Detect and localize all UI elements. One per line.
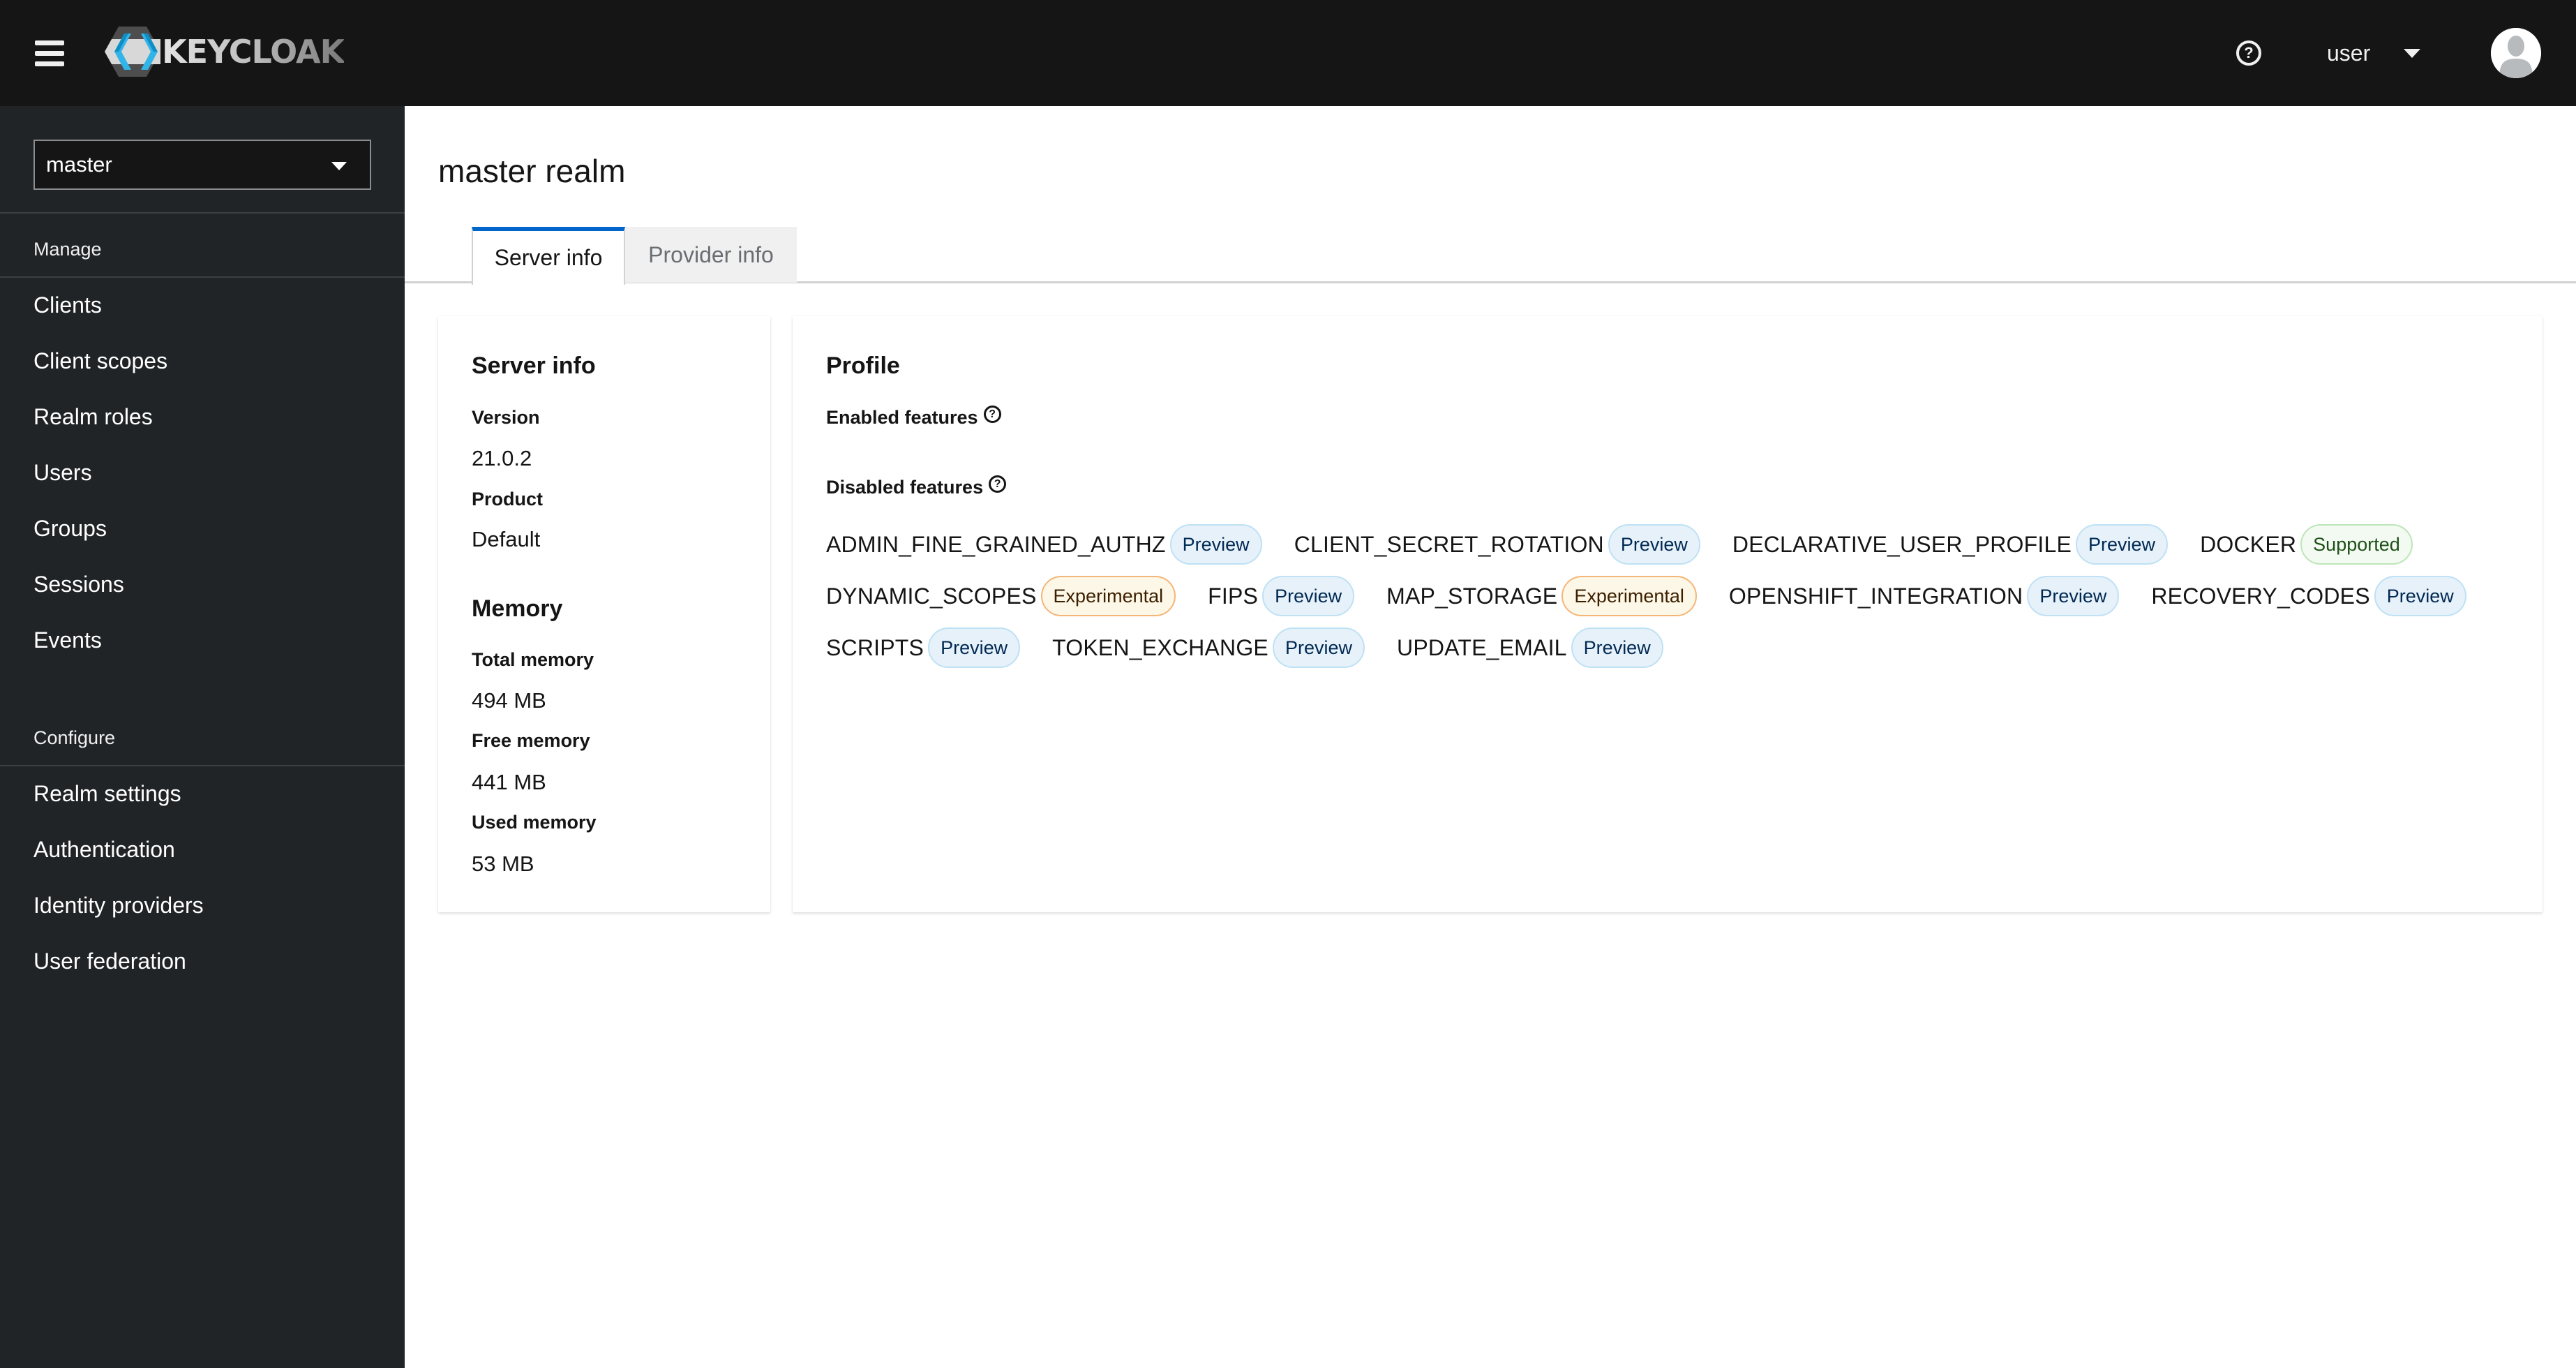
feature-badge: Experimental: [1040, 576, 1176, 616]
version-value: 21.0.2: [472, 446, 532, 470]
feature-item: ADMIN_FINE_GRAINED_AUTHZ Preview: [826, 524, 1262, 565]
feature-badge: Preview: [928, 627, 1021, 668]
tab-provider-info[interactable]: Provider info: [625, 227, 797, 283]
feature-badge: Preview: [1571, 627, 1663, 668]
feature-item: CLIENT_SECRET_ROTATION Preview: [1294, 524, 1700, 565]
sidebar-item-events[interactable]: Events: [33, 627, 102, 653]
feature-item: SCRIPTS Preview: [826, 627, 1021, 668]
username: user: [2327, 40, 2371, 66]
help-glyph: ?: [2244, 44, 2254, 61]
help-glyph: ?: [994, 477, 1001, 490]
feature-badge: Experimental: [1562, 576, 1697, 616]
feature-row: SCRIPTS Preview TOKEN_EXCHANGE Preview UPD…: [826, 622, 2515, 674]
feature-badge: Preview: [1169, 524, 1262, 565]
memory-title: Memory: [472, 595, 563, 622]
keycloak-logo[interactable]: KEYCLOAK: [105, 27, 345, 77]
feature-badge: Preview: [2076, 524, 2169, 565]
feature-name: OPENSHIFT_INTEGRATION: [1728, 583, 2023, 609]
used-memory-label: Used memory: [472, 812, 597, 833]
sidebar-item-authentication[interactable]: Authentication: [33, 837, 175, 863]
sidebar-item-realm-roles[interactable]: Realm roles: [33, 404, 153, 430]
server-info-title: Server info: [472, 352, 596, 379]
product-label: Product: [472, 489, 544, 510]
help-icon[interactable]: ?: [983, 406, 1001, 423]
disabled-features-list: ADMIN_FINE_GRAINED_AUTHZ Preview CLIENT_S…: [826, 519, 2515, 674]
profile-card: Profile Enabled features ? Disabled feat…: [793, 316, 2543, 912]
feature-name: DECLARATIVE_USER_PROFILE: [1732, 531, 2072, 557]
free-memory-label: Free memory: [472, 730, 590, 751]
sidebar-item-groups[interactable]: Groups: [33, 516, 107, 542]
version-label: Version: [472, 407, 540, 428]
feature-badge: Preview: [2374, 576, 2466, 616]
feature-badge: Preview: [1272, 627, 1365, 668]
hamburger-menu-icon[interactable]: [35, 39, 64, 67]
masthead: KEYCLOAK ? user: [0, 0, 2576, 106]
feature-item: RECOVERY_CODES Preview: [2151, 576, 2466, 616]
brand-name: KEYCLOAK: [162, 33, 345, 70]
feature-name: UPDATE_EMAIL: [1397, 634, 1567, 660]
total-memory-value: 494 MB: [472, 688, 546, 713]
feature-name: MAP_STORAGE: [1386, 583, 1558, 609]
free-memory-value: 441 MB: [472, 770, 546, 794]
sidebar-item-realm-settings[interactable]: Realm settings: [33, 781, 181, 807]
profile-title: Profile: [826, 352, 900, 379]
sidebar-item-identity-providers[interactable]: Identity providers: [33, 893, 204, 919]
feature-badge: Preview: [1608, 524, 1700, 565]
feature-badge: Supported: [2300, 524, 2413, 565]
feature-name: RECOVERY_CODES: [2151, 583, 2370, 609]
feature-badge: Preview: [2027, 576, 2120, 616]
sidebar-item-users[interactable]: Users: [33, 460, 92, 486]
feature-name: FIPS: [1208, 583, 1259, 609]
tab-server-info[interactable]: Server info: [472, 227, 625, 285]
feature-badge: Preview: [1262, 576, 1355, 616]
used-memory-value: 53 MB: [472, 852, 534, 876]
feature-name: SCRIPTS: [826, 634, 924, 660]
help-icon[interactable]: ?: [2236, 40, 2261, 66]
sidebar-divider: [0, 212, 405, 214]
caret-down-icon: [2404, 48, 2421, 58]
user-dropdown[interactable]: user: [2327, 36, 2421, 70]
feature-item: DECLARATIVE_USER_PROFILE Preview: [1732, 524, 2169, 565]
feature-item: UPDATE_EMAIL Preview: [1397, 627, 1663, 668]
enabled-features-label: Enabled features ?: [826, 406, 1001, 429]
product-value: Default: [472, 527, 541, 551]
feature-name: CLIENT_SECRET_ROTATION: [1294, 531, 1604, 557]
feature-item: OPENSHIFT_INTEGRATION Preview: [1728, 576, 2120, 616]
feature-row: ADMIN_FINE_GRAINED_AUTHZ Preview CLIENT_S…: [826, 519, 2515, 570]
total-memory-label: Total memory: [472, 649, 594, 670]
server-info-card: Server info Version 21.0.2 Product Defau…: [438, 316, 770, 912]
sidebar-divider: [0, 765, 405, 766]
disabled-features-label: Disabled features ?: [826, 475, 1007, 498]
feature-name: TOKEN_EXCHANGE: [1052, 634, 1268, 660]
feature-item: MAP_STORAGE Experimental: [1386, 576, 1697, 616]
feature-name: DOCKER: [2200, 531, 2297, 557]
sidebar: master Manage Clients Client scopes Real…: [0, 106, 405, 1368]
sidebar-item-user-federation[interactable]: User federation: [33, 949, 186, 974]
feature-name: ADMIN_FINE_GRAINED_AUTHZ: [826, 531, 1166, 557]
feature-item: FIPS Preview: [1208, 576, 1355, 616]
page-title: master realm: [438, 153, 626, 189]
realm-selector[interactable]: master: [33, 140, 371, 190]
user-avatar-icon: [2491, 28, 2541, 78]
sidebar-item-client-scopes[interactable]: Client scopes: [33, 348, 167, 374]
help-glyph: ?: [989, 408, 996, 420]
avatar[interactable]: [2491, 28, 2541, 78]
help-icon[interactable]: ?: [989, 475, 1007, 493]
sidebar-item-sessions[interactable]: Sessions: [33, 572, 124, 597]
feature-name: DYNAMIC_SCOPES: [826, 583, 1037, 609]
feature-item: TOKEN_EXCHANGE Preview: [1052, 627, 1365, 668]
feature-row: DYNAMIC_SCOPES Experimental FIPS Preview M…: [826, 570, 2515, 622]
feature-item: DYNAMIC_SCOPES Experimental: [826, 576, 1176, 616]
feature-item: DOCKER Supported: [2200, 524, 2413, 565]
disabled-features-text: Disabled features: [826, 477, 984, 498]
realm-selector-value: master: [46, 152, 112, 177]
section-title-manage: Manage: [33, 239, 102, 260]
section-title-configure: Configure: [33, 727, 116, 748]
sidebar-divider: [0, 276, 405, 278]
sidebar-item-clients[interactable]: Clients: [33, 292, 102, 318]
enabled-features-text: Enabled features: [826, 407, 978, 428]
caret-down-icon: [331, 162, 347, 170]
keycloak-logo-icon: [105, 27, 160, 77]
